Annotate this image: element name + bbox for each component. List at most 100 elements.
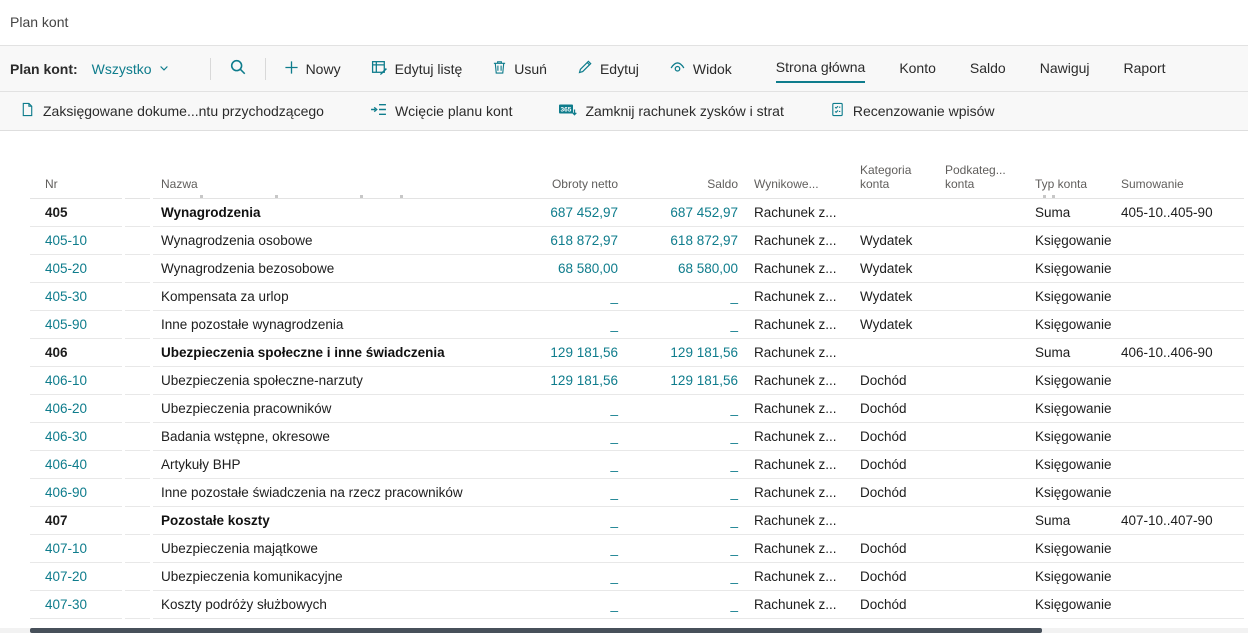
net-change-link[interactable]: _ (610, 401, 618, 416)
balance-link[interactable]: 68 580,00 (678, 261, 738, 276)
horizontal-scrollbar-thumb[interactable] (30, 628, 1042, 633)
balance-link[interactable]: _ (730, 485, 738, 500)
net-change-link[interactable]: _ (610, 429, 618, 444)
account-no-link[interactable]: 406-20 (45, 401, 87, 416)
totaling-cell (1113, 367, 1244, 395)
balance-link[interactable]: 687 452,97 (670, 205, 738, 220)
tab-raport[interactable]: Raport (1124, 56, 1166, 82)
balance-link[interactable]: _ (730, 429, 738, 444)
account-no-link[interactable]: 405-90 (45, 317, 87, 332)
net-change-link[interactable]: _ (610, 597, 618, 612)
view-button[interactable]: Widok (669, 59, 732, 79)
table-row[interactable]: 406-90 Inne pozostałe świadczenia na rze… (0, 479, 1248, 507)
net-change-link[interactable]: 687 452,97 (550, 205, 618, 220)
balance-link[interactable]: _ (730, 597, 738, 612)
net-change-link[interactable]: 618 872,97 (550, 233, 618, 248)
delete-button[interactable]: Usuń (492, 59, 547, 78)
account-no-link[interactable]: 405-10 (45, 233, 87, 248)
balance-link[interactable]: _ (730, 457, 738, 472)
net-change-link[interactable]: _ (610, 541, 618, 556)
indent-chart-of-accounts-button[interactable]: Wcięcie planu kont (370, 101, 513, 121)
account-no-link[interactable]: 406-40 (45, 457, 87, 472)
toolbar-separator (210, 58, 211, 80)
edit-button[interactable]: Edytuj (577, 59, 639, 78)
income-balance-cell: Rachunek z... (740, 563, 852, 591)
balance-link[interactable]: _ (730, 317, 738, 332)
column-header-obroty-netto[interactable]: Obroty netto (485, 177, 620, 199)
account-no-link[interactable]: 407-20 (45, 569, 87, 584)
table-row[interactable]: 405-20 Wynagrodzenia bezosobowe 68 580,0… (0, 255, 1248, 283)
account-subcategory-cell (937, 479, 1027, 507)
table-row[interactable]: 407-30 Koszty podróży służbowych _ _ Rac… (0, 591, 1248, 619)
balance-link[interactable]: _ (730, 401, 738, 416)
column-header-nr[interactable]: Nr (30, 177, 122, 199)
account-no-link[interactable]: 407-30 (45, 597, 87, 612)
promoted-action-bar: Zaksięgowane dokume...ntu przychodzącego… (0, 92, 1248, 131)
table-row[interactable]: 406 Ubezpieczenia społeczne i inne świad… (0, 339, 1248, 367)
balance-link[interactable]: _ (730, 289, 738, 304)
view-filter-dropdown[interactable]: Wszystko (92, 61, 170, 77)
table-row[interactable]: 407 Pozostałe koszty _ _ Rachunek z... S… (0, 507, 1248, 535)
net-change-link[interactable]: _ (610, 457, 618, 472)
account-no-link[interactable]: 405-30 (45, 289, 87, 304)
new-button[interactable]: Nowy (284, 60, 341, 78)
table-row[interactable]: 405-10 Wynagrodzenia osobowe 618 872,97 … (0, 227, 1248, 255)
column-header-wynikowe[interactable]: Wynikowe... (740, 177, 852, 199)
balance-link[interactable]: 129 181,56 (670, 345, 738, 360)
net-change-link[interactable]: _ (610, 513, 618, 528)
table-row[interactable]: 407-10 Ubezpieczenia majątkowe _ _ Rachu… (0, 535, 1248, 563)
table-row[interactable]: 405-90 Inne pozostałe wynagrodzenia _ _ … (0, 311, 1248, 339)
account-no-link[interactable]: 406 (45, 345, 68, 360)
net-change-link[interactable]: 68 580,00 (558, 261, 618, 276)
balance-link[interactable]: _ (730, 513, 738, 528)
account-no-link[interactable]: 405 (45, 205, 68, 220)
income-balance-cell: Rachunek z... (740, 367, 852, 395)
balance-link[interactable]: 129 181,56 (670, 373, 738, 388)
account-no-link[interactable]: 407 (45, 513, 68, 528)
net-change-link[interactable]: 129 181,56 (550, 345, 618, 360)
balance-link[interactable]: 618 872,97 (670, 233, 738, 248)
account-no-link[interactable]: 406-30 (45, 429, 87, 444)
account-no-link[interactable]: 406-10 (45, 373, 87, 388)
column-header-saldo[interactable]: Saldo (620, 177, 740, 199)
net-change-link[interactable]: _ (610, 289, 618, 304)
row-spacer-cell (125, 423, 150, 451)
account-name-cell: Wynagrodzenia osobowe (153, 227, 485, 255)
search-button[interactable] (229, 58, 247, 79)
table-row[interactable]: 407-20 Ubezpieczenia komunikacyjne _ _ R… (0, 563, 1248, 591)
income-balance-cell: Rachunek z... (740, 451, 852, 479)
table-row[interactable]: 406-10 Ubezpieczenia społeczne-narzuty 1… (0, 367, 1248, 395)
review-entries-button[interactable]: Recenzowanie wpisów (830, 101, 995, 121)
posted-incoming-document-button[interactable]: Zaksięgowane dokume...ntu przychodzącego (20, 101, 324, 121)
balance-link[interactable]: _ (730, 569, 738, 584)
account-name-cell: Kompensata za urlop (153, 283, 485, 311)
column-header-sumowanie[interactable]: Sumowanie (1113, 177, 1244, 199)
column-header-kategoria[interactable]: Kategoria konta (852, 163, 937, 199)
tab-strona-glowna[interactable]: Strona główna (776, 55, 866, 83)
net-change-link[interactable]: 129 181,56 (550, 373, 618, 388)
column-header-typ-konta[interactable]: Typ konta (1027, 177, 1113, 199)
table-row[interactable]: 406-40 Artykuły BHP _ _ Rachunek z... Do… (0, 451, 1248, 479)
tab-nawiguj[interactable]: Nawiguj (1040, 56, 1090, 82)
edit-list-button[interactable]: Edytuj listę (371, 59, 463, 79)
table-row[interactable]: 405-30 Kompensata za urlop _ _ Rachunek … (0, 283, 1248, 311)
table-row[interactable]: 406-20 Ubezpieczenia pracowników _ _ Rac… (0, 395, 1248, 423)
column-header-podkategoria[interactable]: Podkateg... konta (937, 163, 1027, 199)
row-spacer-cell (125, 451, 150, 479)
tab-konto[interactable]: Konto (899, 56, 936, 82)
account-no-link[interactable]: 407-10 (45, 541, 87, 556)
account-type-cell: Księgowanie (1027, 535, 1113, 563)
net-change-link[interactable]: _ (610, 485, 618, 500)
row-spacer-cell (125, 227, 150, 255)
net-change-link[interactable]: _ (610, 317, 618, 332)
table-row[interactable]: 405 Wynagrodzenia 687 452,97 687 452,97 … (0, 199, 1248, 227)
account-no-link[interactable]: 406-90 (45, 485, 87, 500)
net-change-link[interactable]: _ (610, 569, 618, 584)
totaling-cell (1113, 591, 1244, 619)
balance-link[interactable]: _ (730, 541, 738, 556)
tab-saldo[interactable]: Saldo (970, 56, 1006, 82)
account-no-link[interactable]: 405-20 (45, 261, 87, 276)
close-income-statement-button[interactable]: 365 Zamknij rachunek zysków i strat (558, 101, 783, 121)
table-row[interactable]: 406-30 Badania wstępne, okresowe _ _ Rac… (0, 423, 1248, 451)
trash-icon (492, 59, 507, 78)
